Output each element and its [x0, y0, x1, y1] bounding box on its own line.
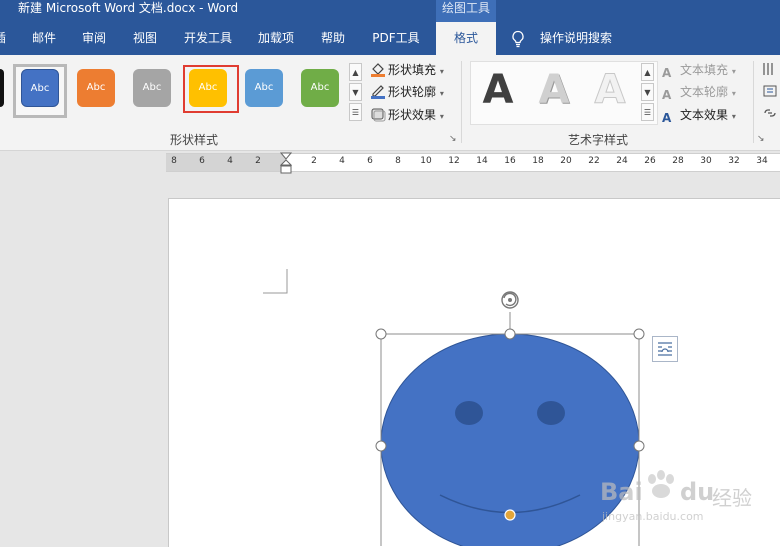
- wordart-scroll-up-button[interactable]: ▲: [641, 63, 654, 81]
- ruler-tick-label: 14: [476, 156, 488, 166]
- shape-style-lightblue[interactable]: Abc: [245, 69, 283, 107]
- text-outline-button[interactable]: A 文本轮廓 ▾: [662, 81, 736, 103]
- shape-outline-button[interactable]: 形状轮廓 ▾: [370, 81, 444, 103]
- dialog-launcher-icon[interactable]: ↘: [449, 134, 459, 144]
- shape-styles-group-label: 形状样式: [170, 133, 219, 147]
- tab-review[interactable]: 审阅: [78, 22, 110, 55]
- tell-me-search[interactable]: 操作说明搜索: [534, 22, 618, 55]
- tab-help[interactable]: 帮助: [316, 22, 350, 55]
- ruler-tick-label: 18: [532, 156, 544, 166]
- chevron-down-icon: ▾: [731, 112, 736, 121]
- ribbon-format-panel: Abc Abc Abc Abc Abc Abc ▲ ▼ ☰ 形状填充 ▾ 形状轮…: [0, 55, 780, 151]
- text-effects-label: 文本效果: [680, 108, 729, 122]
- shape-fill-button[interactable]: 形状填充 ▾: [370, 59, 444, 81]
- group-divider: [461, 61, 462, 143]
- ruler-tick-label: 8: [395, 156, 401, 166]
- ruler-tick-label: 4: [227, 156, 233, 166]
- wordart-more-button[interactable]: ☰: [641, 103, 654, 121]
- tab-addins[interactable]: 加载项: [254, 22, 298, 55]
- ruler-tick-label: 12: [448, 156, 460, 166]
- text-fill-icon: A: [662, 66, 672, 80]
- ruler-tick-label: 34: [756, 156, 768, 166]
- link-icon[interactable]: [762, 105, 778, 121]
- shape-style-gold[interactable]: Abc: [189, 69, 227, 107]
- baidu-watermark: Bai du 经验 jingyan.baidu.com: [596, 470, 780, 530]
- tab-developer[interactable]: 开发工具: [180, 22, 236, 55]
- drawing-tools-context-label: 绘图工具: [436, 0, 496, 22]
- ribbon-tab-bar: 插 邮件 审阅 视图 开发工具 加载项 帮助 PDF工具 格式 操作说明搜索: [0, 22, 780, 55]
- tab-view[interactable]: 视图: [128, 22, 162, 55]
- text-fill-button[interactable]: A 文本填充 ▾: [662, 59, 736, 81]
- text-outline-label: 文本轮廓: [680, 85, 729, 99]
- wordart-style-outline[interactable]: A: [587, 67, 633, 114]
- indent-marker-icon[interactable]: [280, 152, 292, 178]
- ruler-tick-label: 6: [199, 156, 205, 166]
- shape-outline-label: 形状轮廓: [388, 85, 437, 99]
- tab-format[interactable]: 格式: [436, 22, 496, 55]
- gallery-scroll-down-button[interactable]: ▼: [349, 83, 362, 101]
- chevron-down-icon: ▾: [731, 89, 736, 98]
- shape-fill-label: 形状填充: [388, 63, 437, 77]
- shape-effects-button[interactable]: 形状效果 ▾: [370, 104, 444, 126]
- ruler-tick-label: 20: [560, 156, 572, 166]
- gallery-more-button[interactable]: ☰: [349, 103, 362, 121]
- watermark-brand-suffix: du: [680, 478, 715, 506]
- wordart-scroll-down-button[interactable]: ▼: [641, 83, 654, 101]
- ruler-tick-label: 8: [171, 156, 177, 166]
- pen-icon: [371, 85, 385, 99]
- ruler-tick-label: 4: [339, 156, 345, 166]
- layout-options-button[interactable]: [652, 336, 678, 362]
- text-outline-icon: A: [662, 88, 672, 102]
- gallery-scroll-up-button[interactable]: ▲: [349, 63, 362, 81]
- chevron-down-icon: ▾: [731, 67, 736, 76]
- horizontal-ruler[interactable]: 8642 2 4 6 8 10 12 14 16 18 20 22 24 26 28 30 32 34: [166, 152, 780, 174]
- text-effects-icon: A: [662, 111, 672, 125]
- layout-options-icon: [658, 342, 672, 356]
- ruler-tick-label: 30: [700, 156, 712, 166]
- wordart-style-dark[interactable]: A: [475, 67, 521, 113]
- tab-pdf-tools[interactable]: PDF工具: [368, 22, 424, 55]
- shape-style-green[interactable]: Abc: [301, 69, 339, 107]
- paragraph-corner-mark: [263, 269, 288, 294]
- shape-style-blue[interactable]: Abc: [21, 69, 59, 107]
- chevron-down-icon: ▾: [439, 112, 444, 121]
- title-bar: 新建 Microsoft Word 文档.docx - Word 绘图工具: [0, 0, 780, 22]
- shape-style-orange[interactable]: Abc: [77, 69, 115, 107]
- watermark-brand: Bai: [600, 478, 643, 506]
- align-text-icon[interactable]: [762, 83, 778, 99]
- ruler-tick-label: 22: [588, 156, 600, 166]
- wordart-styles-group-label: 艺术字样式: [568, 133, 629, 147]
- paw-icon: [648, 470, 674, 498]
- shape-style-partial[interactable]: [0, 69, 4, 107]
- shape-style-gray[interactable]: Abc: [133, 69, 171, 107]
- ruler-tick-label: 24: [616, 156, 628, 166]
- text-fill-label: 文本填充: [680, 63, 729, 77]
- paint-bucket-icon: [371, 63, 385, 77]
- dialog-launcher-icon[interactable]: ↘: [757, 134, 767, 144]
- text-direction-icon[interactable]: [762, 61, 778, 77]
- chevron-down-icon: ▾: [439, 89, 444, 98]
- tab-mailings[interactable]: 邮件: [28, 22, 60, 55]
- shape-effects-label: 形状效果: [388, 108, 437, 122]
- lightbulb-icon[interactable]: [510, 30, 526, 48]
- wordart-style-gray[interactable]: A: [531, 67, 577, 113]
- tab-partial[interactable]: 插: [0, 22, 6, 55]
- ruler-tick-label: 32: [728, 156, 740, 166]
- text-effects-button[interactable]: A 文本效果 ▾: [662, 104, 736, 126]
- watermark-url: jingyan.baidu.com: [602, 510, 704, 523]
- watermark-brand-cn: 经验: [712, 486, 752, 510]
- chevron-down-icon: ▾: [439, 67, 444, 76]
- ruler-tick-label: 16: [504, 156, 516, 166]
- window-title: 新建 Microsoft Word 文档.docx - Word: [18, 1, 239, 15]
- ruler-tick-label: 26: [644, 156, 656, 166]
- ruler-tick-label: 28: [672, 156, 684, 166]
- ruler-tick-label: 6: [367, 156, 373, 166]
- ruler-tick-label: 2: [311, 156, 317, 166]
- shape-effects-icon: [371, 108, 386, 122]
- ruler-tick-label: 10: [420, 156, 432, 166]
- ruler-tick-label: 2: [255, 156, 261, 166]
- group-divider: [753, 61, 754, 143]
